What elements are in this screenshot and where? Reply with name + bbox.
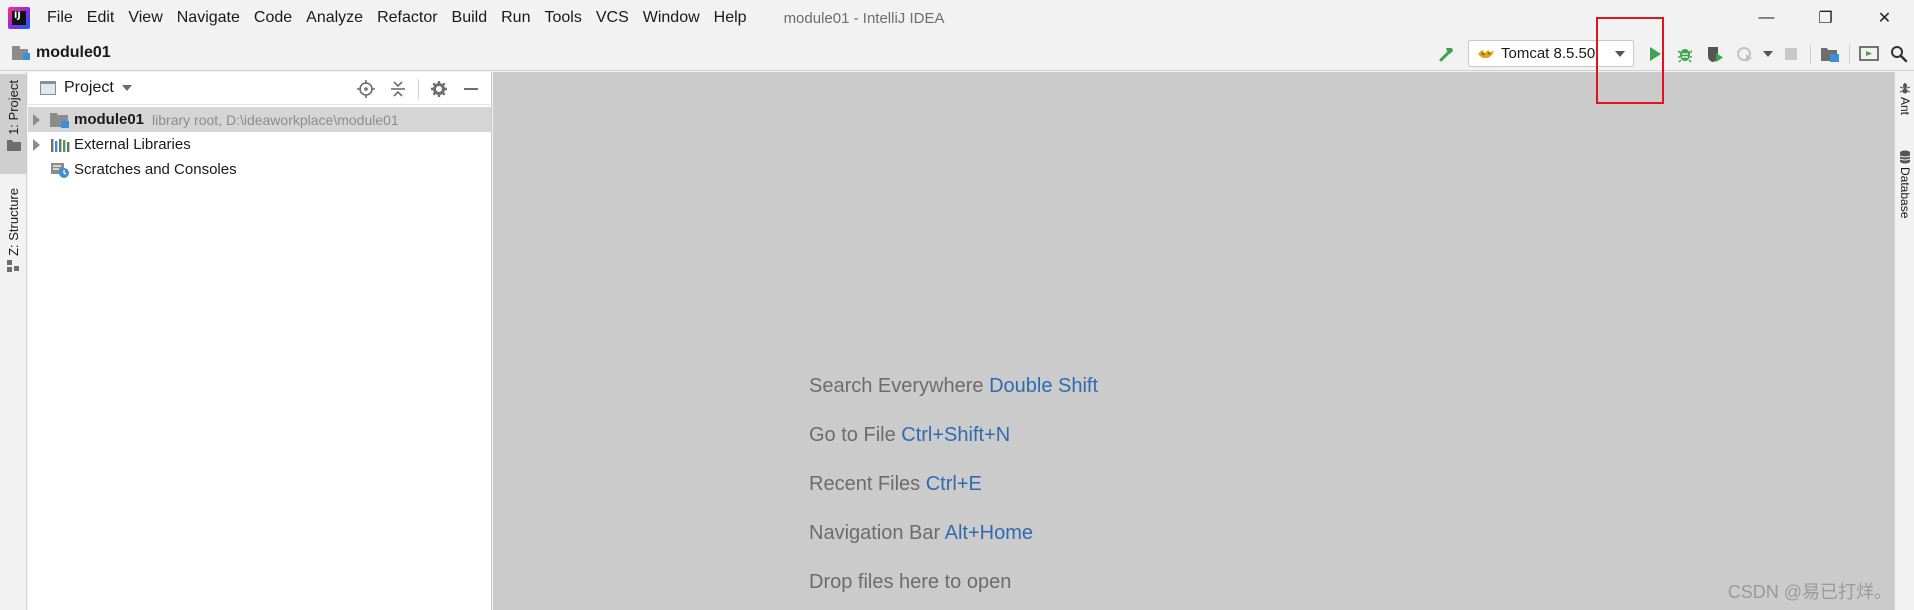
chevron-down-icon[interactable] [121, 85, 132, 91]
project-view-selector[interactable]: Project [64, 79, 114, 97]
gear-icon[interactable] [423, 74, 455, 104]
shortcut: Alt+Home [944, 522, 1034, 544]
project-panel-header: Project [28, 72, 491, 105]
tree-item-hint: library root, D:\ideaworkplace\module01 [152, 111, 399, 128]
panel-separator [418, 78, 419, 99]
toolbar-separator [1810, 43, 1811, 64]
expand-caret-icon[interactable] [33, 138, 40, 151]
restore-button[interactable]: ❐ [1796, 0, 1855, 36]
highlight-annotation [1596, 17, 1664, 104]
tree-item-module01[interactable]: module01 library root, D:\ideaworkplace\… [28, 107, 491, 132]
menu-file[interactable]: File [40, 0, 80, 36]
folder-icon [6, 139, 21, 151]
tool-tab-structure[interactable]: Z: Structure [0, 184, 27, 294]
project-window-icon [40, 81, 56, 95]
toolbar-separator [1849, 43, 1850, 64]
window-controls: — ❐ ✕ [1737, 0, 1914, 36]
menu-build[interactable]: Build [445, 0, 495, 36]
tree-item-external-libraries[interactable]: External Libraries [28, 132, 491, 157]
watermark: CSDN @易已打烊。 [1727, 582, 1892, 602]
locate-file-icon[interactable] [350, 74, 382, 104]
tool-tab-database[interactable]: Database [1895, 150, 1914, 250]
tool-tab-project[interactable]: 1: Project [0, 74, 27, 174]
structure-icon [6, 259, 19, 272]
menu-help[interactable]: Help [707, 0, 754, 36]
tool-tab-ant-label: Ant [1898, 97, 1912, 116]
shortcut: Ctrl+Shift+N [901, 424, 1011, 446]
menu-code[interactable]: Code [247, 0, 299, 36]
tool-tab-project-label: 1: Project [6, 80, 21, 135]
minimize-button[interactable]: — [1737, 0, 1796, 36]
chevron-down-icon[interactable] [1760, 39, 1776, 69]
breadcrumb-module[interactable]: module01 [36, 44, 111, 62]
project-tree: module01 library root, D:\ideaworkplace\… [28, 105, 491, 182]
close-button[interactable]: ✕ [1855, 0, 1914, 36]
run-configuration-label: Tomcat 8.5.50 [1501, 45, 1596, 62]
presentation-icon[interactable] [1854, 39, 1884, 69]
search-icon[interactable] [1884, 39, 1914, 69]
menu-navigate[interactable]: Navigate [170, 0, 247, 36]
ide-window: IJ File Edit View Navigate Code Analyze … [0, 0, 1914, 610]
editor-area: Search Everywhere Double Shift Go to Fil… [493, 72, 1894, 610]
tree-item-label: Scratches and Consoles [74, 161, 237, 178]
debug-icon[interactable] [1670, 39, 1700, 69]
project-panel: Project module01 library root, D:\ideawo… [28, 72, 492, 610]
hint-go-to-file: Go to File Ctrl+Shift+N [809, 424, 1011, 446]
build-hammer-icon[interactable] [1432, 39, 1462, 69]
tree-item-label: module01 [74, 111, 145, 128]
menu-tools[interactable]: Tools [537, 0, 588, 36]
main-menu: File Edit View Navigate Code Analyze Ref… [40, 0, 754, 36]
window-title: module01 - IntelliJ IDEA [783, 9, 945, 27]
menu-window[interactable]: Window [636, 0, 707, 36]
tomcat-icon [1478, 49, 1494, 58]
hint-drop-files: Drop files here to open [809, 571, 1012, 593]
menu-edit[interactable]: Edit [80, 0, 122, 36]
shortcut: Ctrl+E [925, 473, 982, 495]
ant-icon [1899, 83, 1911, 94]
tool-tab-database-label: Database [1898, 167, 1912, 219]
tool-tab-structure-label: Z: Structure [6, 188, 21, 256]
hint-search-everywhere: Search Everywhere Double Shift [809, 375, 1099, 397]
project-panel-tools [350, 72, 487, 105]
menu-view[interactable]: View [121, 0, 169, 36]
shortcut: Double Shift [989, 375, 1099, 397]
menu-run[interactable]: Run [494, 0, 537, 36]
module-folder-icon [50, 112, 70, 128]
tree-item-label: External Libraries [74, 136, 191, 153]
profile-icon[interactable] [1730, 39, 1760, 69]
collapse-all-icon[interactable] [382, 74, 414, 104]
expand-caret-icon[interactable] [33, 113, 40, 126]
coverage-icon[interactable] [1700, 39, 1730, 69]
right-tool-strip: Ant Database [1894, 72, 1914, 610]
libraries-icon [50, 137, 70, 153]
left-tool-strip: 1: Project Z: Structure [0, 72, 27, 610]
stop-icon[interactable] [1776, 39, 1806, 69]
menu-vcs[interactable]: VCS [589, 0, 636, 36]
editor-empty-hints: Search Everywhere Double Shift Go to Fil… [809, 362, 1098, 607]
scratches-icon [50, 162, 70, 178]
project-structure-icon[interactable] [1815, 39, 1845, 69]
menu-analyze[interactable]: Analyze [299, 0, 370, 36]
database-icon [1899, 150, 1911, 164]
hint-navigation-bar: Navigation Bar Alt+Home [809, 522, 1034, 544]
menu-refactor[interactable]: Refactor [370, 0, 444, 36]
hide-panel-icon[interactable] [455, 74, 487, 104]
intellij-logo-icon: IJ [8, 7, 30, 29]
tool-tab-ant[interactable]: Ant [1895, 82, 1914, 142]
main-toolbar: Tomcat 8.5.50 [1432, 36, 1914, 71]
module-folder-icon [12, 46, 30, 60]
tree-item-scratches[interactable]: Scratches and Consoles [28, 157, 491, 182]
hint-recent-files: Recent Files Ctrl+E [809, 473, 982, 495]
